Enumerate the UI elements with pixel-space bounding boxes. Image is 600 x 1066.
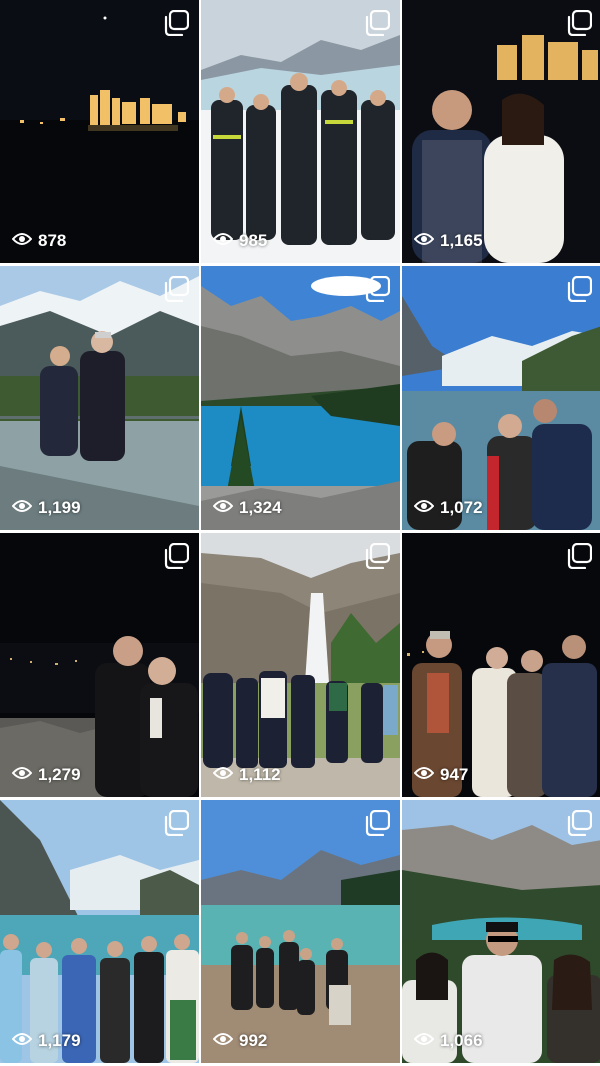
view-count-label: 1,066 [440,1031,483,1050]
post-tile[interactable]: 878 [0,0,199,263]
multi-photo-icon [364,275,391,303]
view-count-label: 878 [38,231,67,250]
post-image [402,0,600,263]
post-grid: 878 985 1,165 1,199 1,324 1,072 1,279 1,… [0,0,600,1066]
post-image [0,533,199,797]
eye-icon [212,1031,234,1051]
post-tile[interactable]: 1,199 [0,266,199,530]
multi-photo-icon [364,809,391,837]
post-tile[interactable]: 1,324 [201,266,400,530]
eye-icon [11,231,33,251]
view-count: 1,179 [11,1031,81,1051]
view-count: 1,072 [413,498,483,518]
eye-icon [11,498,33,518]
view-count: 1,066 [413,1031,483,1051]
post-tile[interactable]: 1,066 [402,800,600,1063]
view-count-label: 1,179 [38,1031,81,1050]
eye-icon [212,498,234,518]
post-image [201,266,400,530]
post-tile[interactable]: 1,179 [0,800,199,1063]
eye-icon [11,1031,33,1051]
view-count-label: 1,324 [239,498,282,517]
multi-photo-icon [364,542,391,570]
post-image [0,0,199,263]
eye-icon [413,765,435,785]
post-tile[interactable]: 985 [201,0,400,263]
view-count-label: 985 [239,231,268,250]
post-tile[interactable]: 992 [201,800,400,1063]
view-count: 1,165 [413,231,483,251]
view-count: 1,112 [212,765,281,785]
post-image [201,800,400,1063]
multi-photo-icon [163,542,190,570]
view-count: 1,324 [212,498,282,518]
eye-icon [413,498,435,518]
view-count: 947 [413,765,469,785]
eye-icon [212,231,234,251]
post-image [402,800,600,1063]
post-tile[interactable]: 1,072 [402,266,600,530]
multi-photo-icon [566,809,593,837]
view-count: 1,199 [11,498,81,518]
view-count-label: 1,072 [440,498,483,517]
multi-photo-icon [364,9,391,37]
multi-photo-icon [163,9,190,37]
post-tile[interactable]: 1,279 [0,533,199,797]
post-image [201,0,400,263]
eye-icon [212,765,234,785]
view-count-label: 1,112 [239,765,281,784]
post-image [0,266,199,530]
post-image [201,533,400,797]
view-count-label: 992 [239,1031,268,1050]
view-count: 878 [11,231,67,251]
multi-photo-icon [566,275,593,303]
view-count: 985 [212,231,268,251]
view-count-label: 1,279 [38,765,81,784]
post-tile[interactable]: 1,165 [402,0,600,263]
eye-icon [11,765,33,785]
post-tile[interactable]: 1,112 [201,533,400,797]
eye-icon [413,231,435,251]
view-count-label: 947 [440,765,469,784]
post-image [402,266,600,530]
post-image [402,533,600,797]
multi-photo-icon [566,542,593,570]
view-count: 992 [212,1031,268,1051]
view-count-label: 1,165 [440,231,483,250]
post-image [0,800,199,1063]
multi-photo-icon [163,809,190,837]
eye-icon [413,1031,435,1051]
post-tile[interactable]: 947 [402,533,600,797]
view-count-label: 1,199 [38,498,81,517]
view-count: 1,279 [11,765,81,785]
multi-photo-icon [163,275,190,303]
multi-photo-icon [566,9,593,37]
